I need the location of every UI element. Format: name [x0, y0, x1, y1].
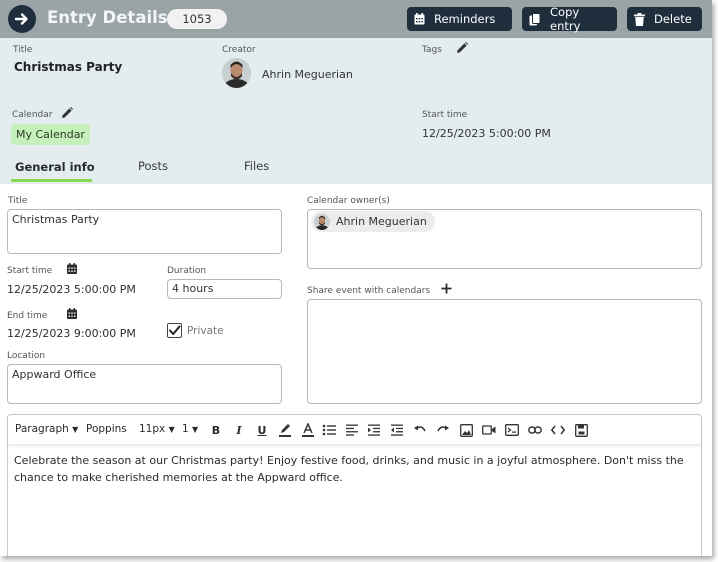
chevron-down-icon: ▼	[192, 425, 199, 434]
delete-button[interactable]: Delete	[627, 7, 702, 31]
chevron-down-icon: ▼	[72, 425, 79, 434]
owner-chip[interactable]: Ahrin Meguerian	[311, 211, 435, 232]
summary-title-label: Title	[13, 45, 33, 55]
start-time-label: Start time	[7, 266, 53, 276]
outdent-icon[interactable]	[389, 422, 405, 438]
redo-icon[interactable]	[435, 422, 451, 438]
start-time-value[interactable]: 12/25/2023 5:00:00 PM	[7, 283, 136, 296]
location-label: Location	[7, 351, 46, 361]
title-field-label: Title	[8, 196, 28, 206]
font-size-dropdown[interactable]: 11px ▼	[139, 423, 175, 435]
page-title: Entry Details	[47, 8, 168, 27]
copy-entry-label: Copy entry	[550, 5, 581, 33]
trash-icon	[634, 12, 645, 26]
entry-details-window: Entry Details 1053 Reminders Copy entry	[0, 0, 712, 556]
save-icon[interactable]	[573, 422, 589, 438]
calendar-label: Calendar	[12, 110, 53, 120]
edit-calendar-pencil-icon[interactable]	[61, 107, 73, 119]
italic-icon[interactable]: I	[231, 422, 247, 438]
text-color-icon[interactable]	[300, 422, 316, 438]
summary-start-label: Start time	[422, 110, 468, 120]
entry-id-badge: 1053	[167, 9, 227, 29]
undo-icon[interactable]	[412, 422, 428, 438]
end-time-value[interactable]: 12/25/2023 9:00:00 PM	[7, 327, 136, 340]
edit-tags-pencil-icon[interactable]	[456, 42, 468, 54]
back-button[interactable]	[8, 5, 36, 33]
private-checkbox[interactable]	[167, 323, 182, 338]
copy-icon	[529, 12, 541, 25]
align-left-icon[interactable]	[344, 422, 360, 438]
active-tab-indicator	[11, 179, 92, 182]
tab-general-info[interactable]: General info	[15, 160, 95, 174]
reminders-label: Reminders	[434, 12, 496, 26]
summary-start-value: 12/25/2023 5:00:00 PM	[422, 127, 551, 140]
share-calendars-field[interactable]	[307, 299, 702, 404]
code-view-icon[interactable]	[550, 422, 566, 438]
image-icon[interactable]	[458, 422, 474, 438]
start-calendar-icon[interactable]	[67, 263, 77, 274]
location-field[interactable]: Appward Office	[7, 364, 282, 404]
calendar-icon	[414, 13, 425, 25]
summary-title-value: Christmas Party	[14, 60, 123, 74]
editor-content[interactable]: Celebrate the season at our Christmas pa…	[14, 452, 690, 486]
end-time-label: End time	[7, 311, 48, 321]
bold-icon[interactable]: B	[208, 422, 224, 438]
delete-label: Delete	[654, 12, 692, 26]
calendar-owners-label: Calendar owner(s)	[307, 196, 390, 206]
highlight-icon[interactable]	[277, 422, 293, 438]
copy-entry-button[interactable]: Copy entry	[522, 5, 617, 33]
private-label: Private	[187, 325, 224, 337]
top-bar: Entry Details 1053 Reminders Copy entry	[0, 0, 712, 38]
title-field[interactable]: Christmas Party	[7, 209, 282, 254]
tab-files[interactable]: Files	[244, 159, 269, 173]
duration-label: Duration	[167, 266, 207, 276]
arrow-right-icon	[14, 13, 28, 25]
tab-posts[interactable]: Posts	[138, 159, 168, 173]
video-icon[interactable]	[481, 422, 497, 438]
font-dropdown[interactable]: Poppins	[86, 423, 127, 435]
creator-name: Ahrin Meguerian	[262, 68, 353, 81]
tags-label: Tags	[422, 45, 442, 55]
duration-field[interactable]: 4 hours	[167, 279, 282, 299]
reminders-button[interactable]: Reminders	[407, 7, 512, 31]
owner-avatar	[314, 213, 330, 230]
add-share-calendar-plus-icon[interactable]	[441, 283, 452, 294]
chevron-down-icon: ▼	[168, 425, 175, 434]
indent-icon[interactable]	[366, 422, 382, 438]
underline-icon[interactable]: U	[254, 422, 270, 438]
creator-avatar	[222, 58, 251, 88]
embed-media-icon[interactable]	[504, 422, 520, 438]
end-calendar-icon[interactable]	[67, 308, 77, 319]
format-dropdown[interactable]: Paragraph ▼	[15, 423, 78, 435]
calendar-chip[interactable]: My Calendar	[11, 124, 90, 145]
creator-label: Creator	[222, 45, 256, 55]
checkmark-icon	[169, 325, 181, 335]
description-editor[interactable]: Paragraph ▼ Poppins 11px ▼ 1 ▼ B I U Cel…	[7, 414, 702, 556]
line-height-dropdown[interactable]: 1 ▼	[182, 423, 198, 435]
share-calendars-label: Share event with calendars	[307, 286, 431, 296]
link-icon[interactable]	[527, 422, 543, 438]
entry-summary: Title Christmas Party Creator Ahrin Megu…	[0, 38, 712, 184]
owner-name: Ahrin Meguerian	[336, 215, 427, 228]
bullet-list-icon[interactable]	[321, 422, 337, 438]
editor-toolbar: Paragraph ▼ Poppins 11px ▼ 1 ▼ B I U	[8, 415, 701, 445]
